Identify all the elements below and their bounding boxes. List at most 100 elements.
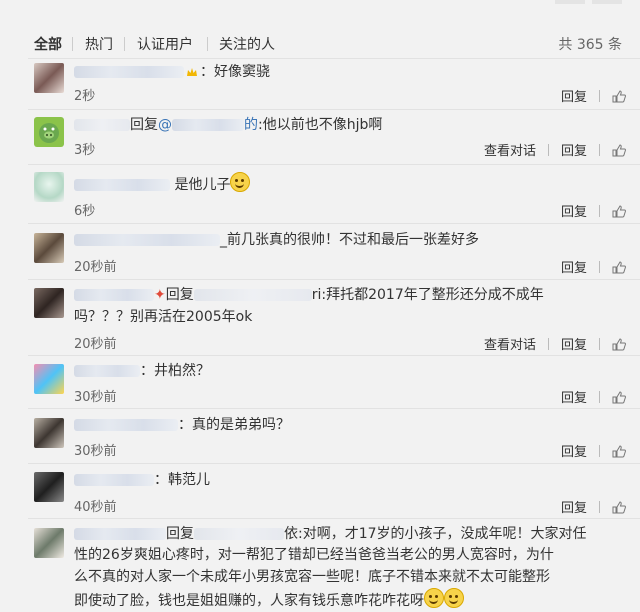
comment-line: 么不真的对人家一个未成年小男孩宽容一些呢！底子不错本来就不太可能整形: [74, 569, 550, 585]
reply-button[interactable]: 回复: [561, 441, 587, 460]
avatar-man-icon[interactable]: [34, 288, 64, 318]
comment-text-line: 回复 依:对啊，才17岁的小孩子，没成年呢！大家对任: [74, 523, 587, 543]
smile-emoji-icon: [230, 172, 251, 192]
like-thumb-icon[interactable]: [612, 144, 626, 157]
comment-actions: 回复: [561, 441, 626, 460]
blurred-mention[interactable]: [194, 528, 284, 540]
like-thumb-icon[interactable]: [612, 445, 626, 458]
mention-tail[interactable]: 的: [244, 117, 258, 133]
comment-text: ：真的是弟弟吗？: [74, 414, 290, 434]
reply-button[interactable]: 回复: [561, 387, 587, 406]
divider: [28, 109, 640, 110]
comment-actions: 回复: [561, 387, 626, 406]
top-tick: [592, 0, 622, 4]
avatar-woman-icon[interactable]: [34, 63, 64, 93]
blurred-username[interactable]: [74, 528, 166, 540]
blurred-username[interactable]: [74, 365, 140, 377]
divider: [28, 518, 640, 519]
comment-line-text: 即使动了脸，钱也是姐姐赚的，人家有钱乐意咋花咋花呀: [74, 593, 424, 609]
comment-actions: 回复: [561, 86, 626, 105]
blurred-username[interactable]: [74, 119, 130, 131]
action-separator: [599, 501, 600, 513]
comment-actions: 回复: [561, 201, 626, 220]
like-thumb-icon[interactable]: [612, 205, 626, 218]
comment-actions: 回复: [561, 257, 626, 276]
avatar-girl-icon[interactable]: [34, 233, 64, 263]
view-dialog-button[interactable]: 查看对话: [484, 334, 536, 353]
comment-time: 6秒: [74, 204, 96, 219]
divider: [28, 408, 640, 409]
avatar-colorful-icon[interactable]: [34, 364, 64, 394]
comment-time: 2秒: [74, 89, 96, 104]
comment-text: ：韩范儿: [74, 469, 210, 489]
like-thumb-icon[interactable]: [612, 90, 626, 103]
reply-button[interactable]: 回复: [561, 497, 587, 516]
top-tick: [555, 0, 585, 4]
action-separator: [599, 338, 600, 350]
blurred-mention[interactable]: [193, 289, 312, 301]
blurred-username[interactable]: [74, 179, 170, 191]
comment-text: 是他儿子: [74, 172, 251, 194]
comment-line: 即使动了脸，钱也是姐姐赚的，人家有钱乐意咋花咋花呀: [74, 588, 629, 612]
blurred-mention[interactable]: [172, 119, 244, 131]
action-separator: [599, 144, 600, 156]
tab-verified-users[interactable]: 认证用户: [137, 34, 193, 54]
reply-button[interactable]: 回复: [561, 334, 587, 353]
blurred-username[interactable]: [74, 419, 178, 431]
action-separator: [547, 338, 549, 350]
action-separator: [599, 391, 600, 403]
view-dialog-button[interactable]: 查看对话: [484, 140, 536, 159]
divider: [28, 279, 640, 280]
like-thumb-icon[interactable]: [612, 391, 626, 404]
comment-body: 是他儿子: [174, 177, 231, 193]
mention-at[interactable]: @: [158, 117, 172, 133]
tab-all[interactable]: 全部: [34, 34, 62, 54]
comment-body: ：井柏然？: [140, 363, 210, 379]
comment-time: 30秒前: [74, 444, 117, 459]
avatar-dark-icon[interactable]: [34, 472, 64, 502]
tab-hot[interactable]: 热门: [85, 34, 113, 54]
comment-body: _前几张真的很帅！不过和最后一张差好多: [220, 232, 479, 248]
tab-following[interactable]: 关注的人: [219, 34, 275, 54]
reply-button[interactable]: 回复: [561, 201, 587, 220]
comment-time: 30秒前: [74, 390, 117, 405]
avatar-boy-icon[interactable]: [34, 418, 64, 448]
comment-filter-tabs: 全部 热门 认证用户 关注的人 共 365 条: [0, 28, 640, 58]
tab-separator: [207, 37, 208, 51]
green-pig-icon[interactable]: [34, 117, 64, 147]
like-thumb-icon[interactable]: [612, 338, 626, 351]
pig-face-icon: [39, 123, 59, 143]
like-thumb-icon[interactable]: [612, 261, 626, 274]
blurred-username[interactable]: [74, 66, 184, 78]
action-separator: [599, 261, 600, 273]
reply-prefix: 回复: [166, 526, 194, 542]
reply-button[interactable]: 回复: [561, 140, 587, 159]
action-separator: [599, 90, 600, 102]
reply-button[interactable]: 回复: [561, 257, 587, 276]
tab-separator: [124, 37, 125, 51]
divider: [28, 164, 640, 165]
comment-time: 20秒前: [74, 260, 117, 275]
divider: [28, 463, 640, 464]
avatar-cartoon-icon[interactable]: [34, 172, 64, 202]
comment-body: ：韩范儿: [154, 472, 210, 488]
blurred-username[interactable]: [74, 234, 220, 246]
reply-prefix: 回复: [165, 287, 194, 303]
tab-separator: [72, 37, 73, 51]
blurred-username[interactable]: [74, 474, 154, 486]
like-thumb-icon[interactable]: [612, 501, 626, 514]
comment-text: 回复@ 的:他以前也不像hjb啊: [74, 114, 382, 134]
reply-button[interactable]: 回复: [561, 86, 587, 105]
blurred-username[interactable]: [74, 289, 154, 301]
comment-body: ri:拜托都2017年了整形还分成不成年: [311, 287, 544, 303]
comment-line: 性的26岁爽姐心疼时，对一帮犯了错却已经当爸爸当老公的男人宽容时，为什: [74, 547, 554, 563]
action-separator: [547, 144, 549, 156]
comment-actions: 查看对话 回复: [484, 334, 626, 353]
comment-body: :他以前也不像hjb啊: [258, 117, 383, 133]
top-edge: [0, 0, 640, 6]
comment-body-continued: 性的26岁爽姐心疼时，对一帮犯了错却已经当爸爸当老公的男人宽容时，为什 么不真的…: [74, 544, 629, 612]
action-separator: [599, 445, 600, 457]
comment-text-line: ✦回复 ri:拜托都2017年了整形还分成不成年: [74, 284, 544, 304]
avatar-child-icon[interactable]: [34, 528, 64, 558]
comment-text: ：好像窦骁: [74, 61, 270, 81]
